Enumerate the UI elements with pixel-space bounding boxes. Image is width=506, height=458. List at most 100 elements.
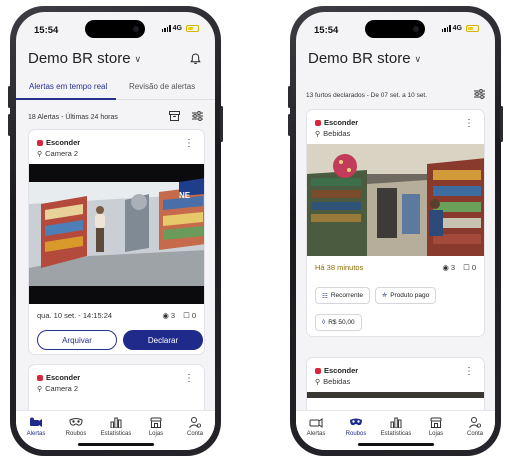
archive-icon[interactable] xyxy=(169,111,180,123)
camera-video-thumbnail[interactable]: NE xyxy=(29,164,204,304)
theft-meta: Há 38 minutos ◉ 3 ☐ 0 xyxy=(307,256,484,278)
tab-bar: Alertas em tempo real Revisão de alertas xyxy=(16,78,215,100)
recurrent-chip[interactable]: ☷ Recorrente xyxy=(315,287,370,304)
chip-row: ◊ R$ 50,00 xyxy=(315,311,362,331)
nav-label: Roubos xyxy=(345,431,367,437)
store-selector[interactable]: Demo BR store ∨ xyxy=(28,50,141,67)
filter-icon[interactable] xyxy=(192,111,203,123)
comments-count: 0 xyxy=(471,262,476,272)
signal-indicator: 4G xyxy=(161,25,199,32)
home-indicator xyxy=(78,443,154,446)
basket-icon: ⛤ xyxy=(381,291,388,299)
chip-row: ☷ Recorrente ⛤ Produto pago xyxy=(315,287,437,304)
views-count: 3 xyxy=(450,262,456,272)
screen-alerts: 15:54 4G Demo BR store ∨ Alertas em temp… xyxy=(16,12,215,450)
store-selector[interactable]: Demo BR store ∨ xyxy=(308,50,421,67)
alert-timestamp: qua. 10 set. - 14:15:24 xyxy=(37,310,113,320)
more-options-icon[interactable]: ⋮ xyxy=(184,139,194,149)
nav-label: Estatísticas xyxy=(380,431,412,437)
more-options-icon[interactable]: ⋮ xyxy=(464,367,474,377)
status-time: 15:54 xyxy=(34,25,59,36)
category-icon: ⚲ xyxy=(315,130,321,138)
nav-item-estatisticas[interactable]: Estatísticas xyxy=(376,415,416,437)
theft-card[interactable]: Esconder ⚲ Bebidas ⋮ xyxy=(306,109,485,337)
nav-item-roubos[interactable]: Roubos xyxy=(336,415,376,437)
alert-meta: qua. 10 set. - 14:15:24 ◉ 3 ☐ 0 xyxy=(29,304,204,326)
nav-item-alertas[interactable]: Alertas xyxy=(16,415,56,437)
volume-button xyxy=(288,86,291,108)
theft-card[interactable]: Esconder ⚲ Bebidas ⋮ xyxy=(306,357,485,417)
nav-label: Lojas xyxy=(148,431,164,437)
nav-label: Alertas xyxy=(26,431,46,437)
alert-icon xyxy=(16,415,56,429)
stats-icon xyxy=(96,415,136,429)
status-time: 15:54 xyxy=(314,25,339,36)
more-options-icon[interactable]: ⋮ xyxy=(464,119,474,129)
network-label: 4G xyxy=(452,25,462,32)
filter-icon[interactable] xyxy=(474,89,485,101)
comments-count: 0 xyxy=(191,310,196,320)
elapsed-time: Há 38 minutos xyxy=(315,262,364,272)
more-options-icon[interactable]: ⋮ xyxy=(184,374,194,384)
chip-label: Produto pago xyxy=(390,292,430,299)
alert-card[interactable]: Esconder ⚲ Camera 2 ⋮ xyxy=(28,129,205,355)
active-tab-indicator xyxy=(16,98,116,100)
store-title: Demo BR store xyxy=(308,50,411,67)
signal-bars-icon xyxy=(161,25,171,32)
volume-button xyxy=(288,114,291,136)
camera-video-thumbnail[interactable] xyxy=(307,144,484,256)
alert-type-icon xyxy=(37,374,43,381)
theft-category: Bebidas xyxy=(323,377,351,386)
store-title: Demo BR store xyxy=(28,50,131,67)
theft-tag: Esconder xyxy=(324,118,359,127)
network-label: 4G xyxy=(172,25,182,32)
camera-video-thumbnail[interactable] xyxy=(307,392,484,398)
power-button xyxy=(500,106,503,142)
declare-button[interactable]: Declarar xyxy=(123,330,203,350)
status-bar: 15:54 4G xyxy=(16,12,215,42)
nav-item-lojas[interactable]: Lojas xyxy=(136,415,176,437)
alert-icon xyxy=(296,415,336,429)
chip-label: Recorrente xyxy=(330,292,363,299)
eye-icon: ◉ xyxy=(162,310,169,320)
alerts-summary-row: 18 Alertas - Últimas 24 horas xyxy=(28,111,203,123)
nav-label: Lojas xyxy=(428,431,444,437)
tab-realtime-alerts[interactable]: Alertas em tempo real xyxy=(29,82,107,91)
svg-text:NE: NE xyxy=(179,191,191,200)
screen-thefts: 15:54 4G Demo BR store ∨ 13 furtos decla… xyxy=(296,12,495,450)
comment-icon: ☐ xyxy=(183,310,190,320)
nav-item-lojas[interactable]: Lojas xyxy=(416,415,456,437)
tag-icon: ◊ xyxy=(322,319,326,326)
chevron-down-icon: ∨ xyxy=(414,54,422,64)
nav-label: Alertas xyxy=(306,431,326,437)
nav-item-conta[interactable]: Conta xyxy=(175,415,215,437)
paid-product-chip[interactable]: ⛤ Produto pago xyxy=(374,287,437,304)
dynamic-island xyxy=(365,20,425,38)
phone-frame-right: 15:54 4G Demo BR store ∨ 13 furtos decla… xyxy=(288,6,503,456)
store-icon xyxy=(416,415,456,429)
theft-tag: Esconder xyxy=(324,366,359,375)
nav-item-alertas[interactable]: Alertas xyxy=(296,415,336,437)
camera-name: Camera 2 xyxy=(45,384,79,393)
theft-category: Bebidas xyxy=(323,129,351,138)
nav-item-estatisticas[interactable]: Estatísticas xyxy=(96,415,136,437)
account-icon xyxy=(455,415,495,429)
alert-tag: Esconder xyxy=(46,373,81,382)
chip-label: R$ 50,00 xyxy=(328,319,355,326)
nav-item-roubos[interactable]: Roubos xyxy=(56,415,96,437)
tab-alert-review[interactable]: Revisão de alertas xyxy=(129,82,195,91)
chevron-down-icon: ∨ xyxy=(134,54,142,64)
volume-button xyxy=(8,114,11,136)
thefts-summary: 13 furtos declarados - De 07 set. a 10 s… xyxy=(306,91,428,99)
comment-icon: ☐ xyxy=(463,262,470,272)
phone-frame-left: 15:54 4G Demo BR store ∨ Alertas em temp… xyxy=(8,6,223,456)
views-count: 3 xyxy=(170,310,176,320)
archive-button[interactable]: Arquivar xyxy=(37,330,117,350)
alert-type-icon xyxy=(315,367,321,374)
nav-item-conta[interactable]: Conta xyxy=(455,415,495,437)
thefts-summary-row: 13 furtos declarados - De 07 set. a 10 s… xyxy=(306,89,485,101)
value-chip[interactable]: ◊ R$ 50,00 xyxy=(315,314,362,331)
bottom-navigation: Alertas Roubos Estatísticas Lojas Conta xyxy=(296,410,495,450)
bell-icon[interactable] xyxy=(190,52,201,70)
mask-icon xyxy=(56,415,96,429)
